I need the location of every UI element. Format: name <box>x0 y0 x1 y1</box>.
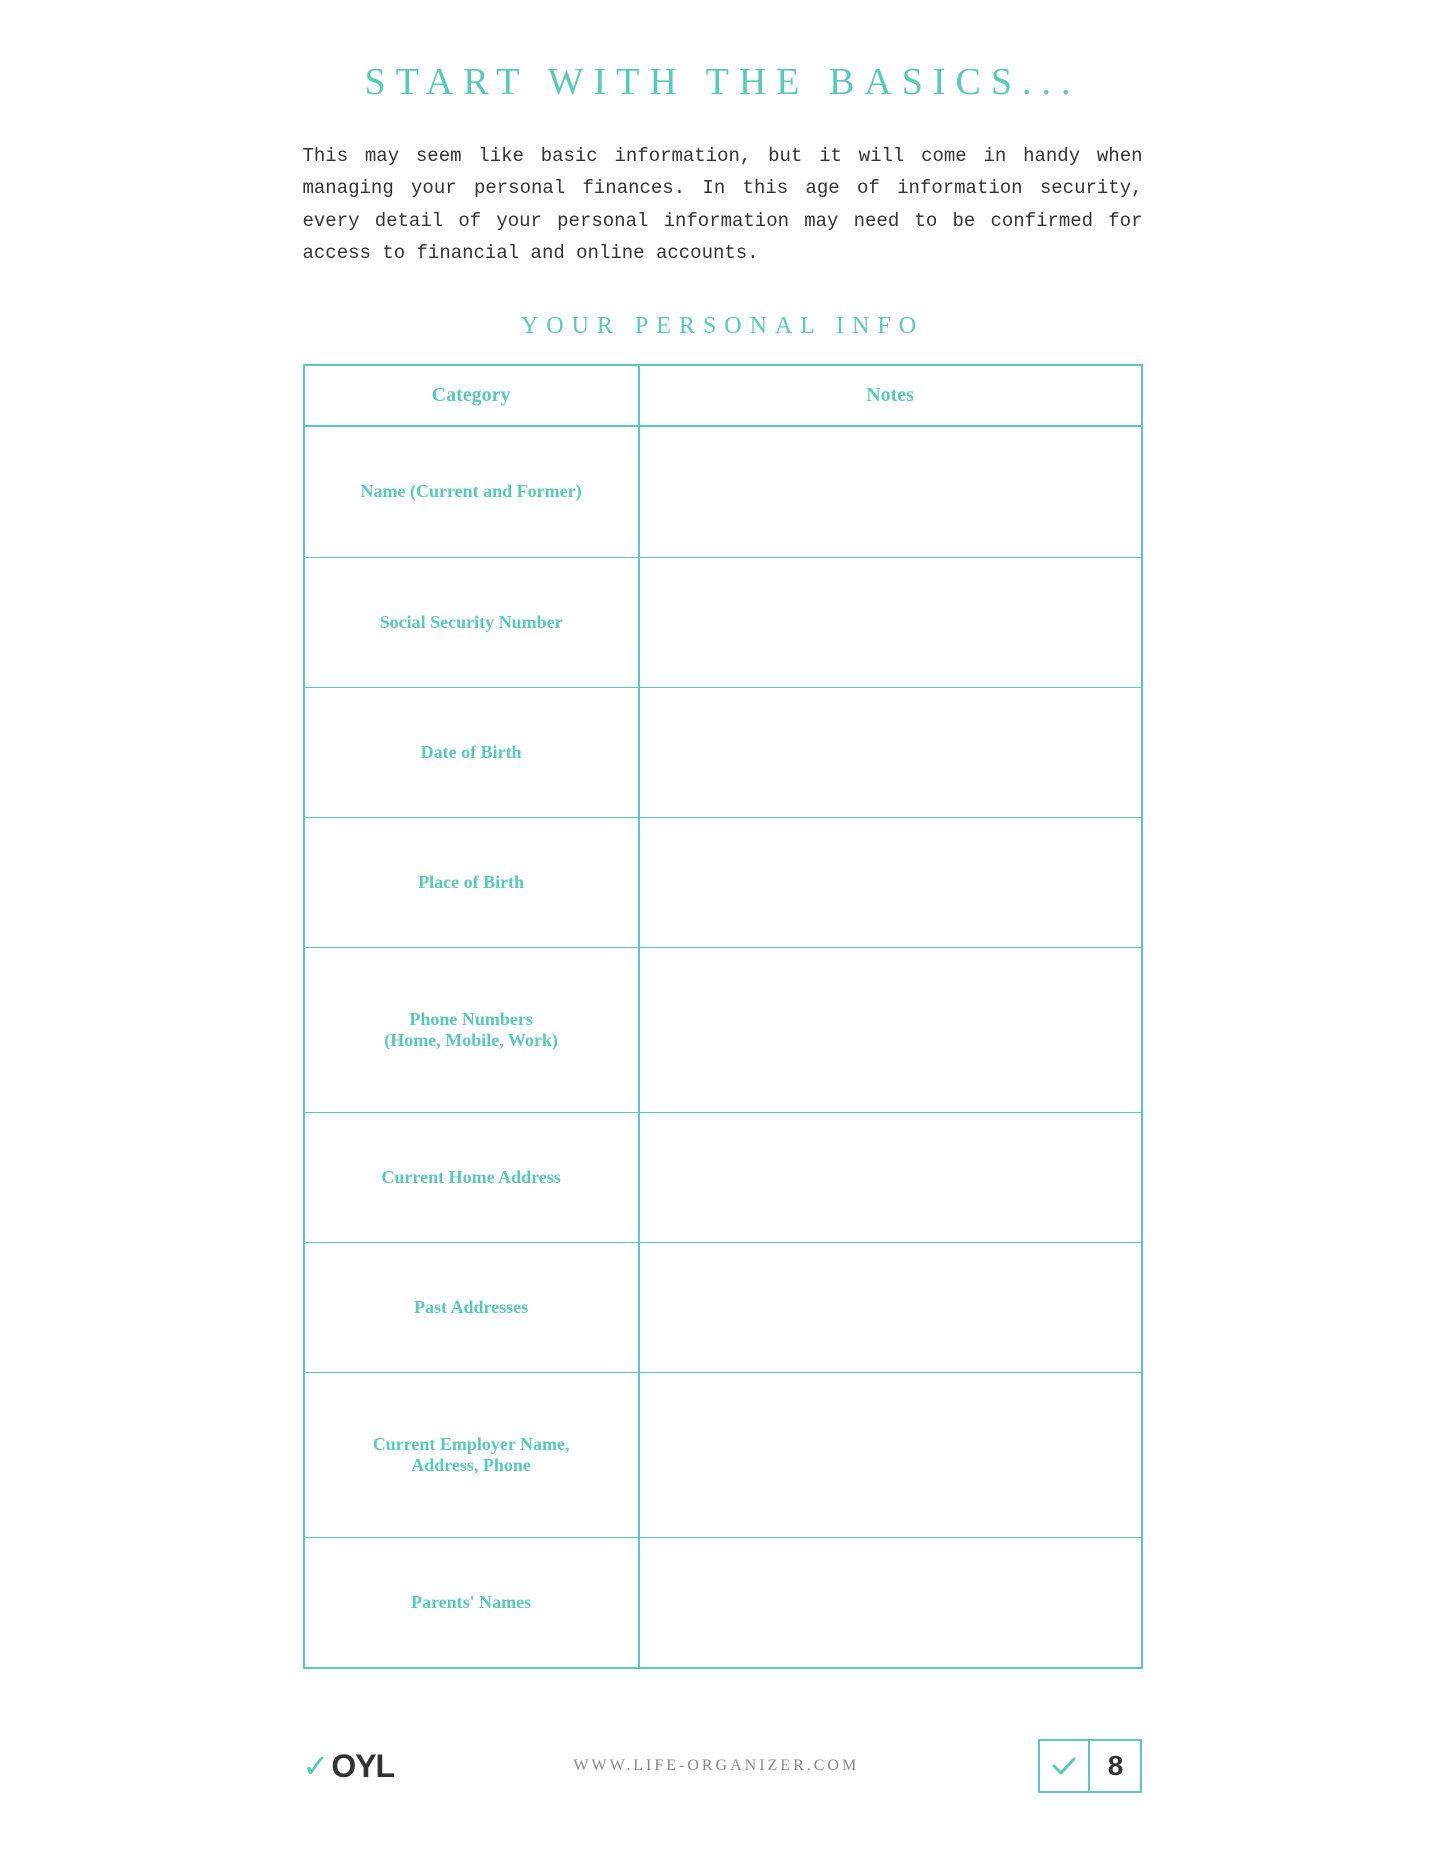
table-row: Social Security Number <box>304 557 1142 687</box>
badge-checkmark-icon <box>1040 1741 1090 1791</box>
page-badge: 8 <box>1038 1739 1142 1793</box>
notes-cell[interactable] <box>639 687 1142 817</box>
table-row: Current Employer Name,Address, Phone <box>304 1372 1142 1537</box>
table-row: Parents' Names <box>304 1537 1142 1668</box>
page: START WITH THE BASICS... This may seem l… <box>223 0 1223 1873</box>
category-cell: Parents' Names <box>304 1537 639 1668</box>
table-row: Phone Numbers(Home, Mobile, Work) <box>304 947 1142 1112</box>
page-title: START WITH THE BASICS... <box>303 60 1143 104</box>
category-cell: Phone Numbers(Home, Mobile, Work) <box>304 947 639 1112</box>
notes-cell[interactable] <box>639 426 1142 557</box>
category-cell: Name (Current and Former) <box>304 426 639 557</box>
section-title: YOUR PERSONAL INFO <box>303 313 1143 340</box>
notes-cell[interactable] <box>639 1372 1142 1537</box>
table-row: Current Home Address <box>304 1112 1142 1242</box>
notes-cell[interactable] <box>639 1112 1142 1242</box>
logo-text: OYL <box>331 1748 394 1785</box>
table-row: Past Addresses <box>304 1242 1142 1372</box>
category-cell: Place of Birth <box>304 817 639 947</box>
logo: ✓ OYL <box>303 1747 395 1785</box>
table-row: Date of Birth <box>304 687 1142 817</box>
category-cell: Current Employer Name,Address, Phone <box>304 1372 639 1537</box>
personal-info-table: Category Notes Name (Current and Former)… <box>303 364 1143 1669</box>
intro-paragraph: This may seem like basic information, bu… <box>303 140 1143 269</box>
logo-oyl: OYL <box>331 1748 394 1784</box>
notes-cell[interactable] <box>639 557 1142 687</box>
page-number: 8 <box>1090 1741 1140 1791</box>
notes-cell[interactable] <box>639 817 1142 947</box>
footer-url: WWW.LIFE-ORGANIZER.COM <box>573 1757 859 1775</box>
logo-slash-icon: ✓ <box>303 1747 330 1785</box>
category-cell: Current Home Address <box>304 1112 639 1242</box>
table-row: Place of Birth <box>304 817 1142 947</box>
category-cell: Social Security Number <box>304 557 639 687</box>
notes-cell[interactable] <box>639 1537 1142 1668</box>
category-cell: Date of Birth <box>304 687 639 817</box>
notes-cell[interactable] <box>639 947 1142 1112</box>
category-cell: Past Addresses <box>304 1242 639 1372</box>
notes-cell[interactable] <box>639 1242 1142 1372</box>
table-row: Name (Current and Former) <box>304 426 1142 557</box>
footer: ✓ OYL WWW.LIFE-ORGANIZER.COM 8 <box>303 1719 1143 1793</box>
column-header-notes: Notes <box>639 365 1142 426</box>
column-header-category: Category <box>304 365 639 426</box>
